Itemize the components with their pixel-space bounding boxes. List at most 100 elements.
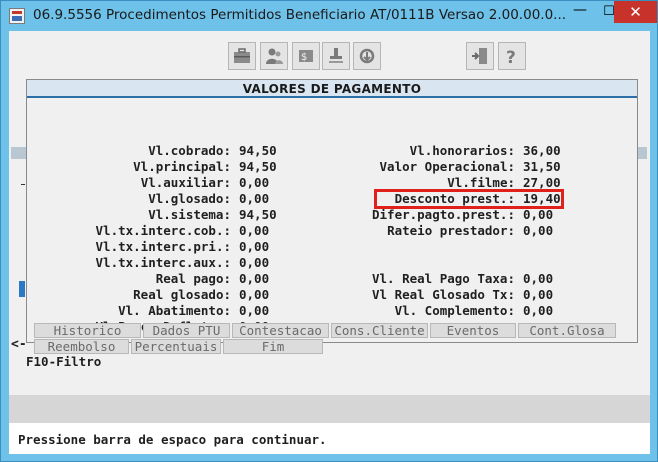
field-value: 0,00 <box>523 271 554 286</box>
background-dash <box>21 184 25 185</box>
field-label: Difer.pagto.prest.: <box>372 207 515 222</box>
field-row: Vl. Real Pago Taxa: 0,00 <box>307 272 553 286</box>
tab-scroll-left-arrow[interactable]: <- <box>11 337 27 352</box>
window-title: 06.9.5556 Procedimentos Permitidos Benef… <box>33 7 567 23</box>
field-label: Vl. Real Pago Taxa: <box>372 271 515 286</box>
tab-strip: <- Historico Dados PTU Contestacao Cons.Cli… <box>11 323 631 355</box>
background-selected-row-fragment <box>19 281 25 297</box>
client-area: $ ? VALORES DE PAGAMENTO Vl.cobrado: 94,… <box>9 31 650 454</box>
tab-eventos[interactable]: Eventos <box>430 323 516 338</box>
field-row: Vl.tx.interc.pri.: 0,00 <box>27 239 270 254</box>
tab-cont-glosa[interactable]: Cont.Glosa <box>518 323 616 338</box>
filter-hint: F10-Filtro <box>26 354 102 369</box>
field-row: Rateio prestador: 0,00 <box>307 224 553 238</box>
field-label: Vl. Abatimento: <box>118 303 231 318</box>
field-label: Real pago: <box>155 271 231 286</box>
dialog-title: VALORES DE PAGAMENTO <box>242 82 422 96</box>
tab-dados-ptu[interactable]: Dados PTU <box>143 323 230 338</box>
exit-door-icon <box>472 48 487 64</box>
field-value: 0,00 <box>523 303 554 318</box>
field-value: 36,00 <box>523 143 561 158</box>
field-row: Real glosado: 0,00 <box>27 288 269 302</box>
close-button[interactable]: ✕ <box>614 1 657 23</box>
briefcase-icon <box>234 48 250 63</box>
field-row: Vl.tx.interc.cob.: 0,00 <box>27 223 270 238</box>
field-value: 0,00 <box>239 287 270 302</box>
toolbar: $ ? <box>9 31 650 77</box>
status-message: Pressione barra de espaco para continuar… <box>18 432 327 447</box>
users-icon <box>266 48 283 64</box>
field-label: Vl Real Glosado Tx: <box>372 287 515 302</box>
field-value: 0,00 <box>239 255 270 270</box>
exit-button[interactable] <box>466 42 494 70</box>
payment-icon: $ <box>299 50 313 63</box>
field-label: Vl.cobrado: <box>148 143 231 158</box>
stamp-button[interactable] <box>322 42 350 70</box>
payment-button[interactable]: $ <box>292 42 320 70</box>
field-label: Vl.tx.interc.aux.: <box>95 255 231 270</box>
field-value: 0,00 <box>239 223 270 238</box>
svg-text:$: $ <box>301 52 307 63</box>
tab-contestacao[interactable]: Contestacao <box>232 323 329 338</box>
field-value: 0,00 <box>523 287 554 302</box>
field-value: 94,50 <box>239 207 277 222</box>
field-label: Vl.honorarios: <box>409 143 515 158</box>
tab-fim[interactable]: Fim <box>223 339 323 354</box>
field-label: Vl.glosado: <box>148 191 231 206</box>
field-row: Vl Real Glosado Tx: 0,00 <box>307 288 553 302</box>
field-row: Real pago: 0,00 <box>27 272 269 286</box>
field-label: Vl.principal: <box>133 159 231 174</box>
field-label: Rateio prestador: <box>387 223 515 238</box>
users-button[interactable] <box>260 42 288 70</box>
field-label: Vl.auxiliar: <box>140 175 231 190</box>
field-row: Valor Operacional: 31,50 <box>307 160 561 174</box>
field-value: 0,00 <box>523 223 554 238</box>
field-row: Vl.auxiliar: 0,00 <box>27 176 269 190</box>
field-label: Vl.filme: <box>447 175 515 190</box>
refresh-icon <box>359 48 375 64</box>
highlight-box <box>374 189 564 209</box>
field-row: Vl.tx.interc.aux.: 0,00 <box>27 255 270 270</box>
app-window: 06.9.5556 Procedimentos Permitidos Benef… <box>0 0 658 462</box>
minimize-button[interactable]: — <box>566 1 594 23</box>
background-header-fragment <box>11 147 27 159</box>
briefcase-button[interactable] <box>228 42 256 70</box>
field-value: 0,00 <box>239 239 270 254</box>
field-row: Vl.honorarios: 36,00 <box>307 144 561 158</box>
field-row: Vl.sistema: 94,50 <box>27 207 277 222</box>
field-row: Difer.pagto.prest.: 0,00 <box>307 208 553 222</box>
title-bar[interactable]: 06.9.5556 Procedimentos Permitidos Benef… <box>1 1 657 31</box>
field-value: 0,00 <box>239 271 270 286</box>
tab-historico[interactable]: Historico <box>34 323 141 338</box>
dialog-header: VALORES DE PAGAMENTO <box>27 80 637 98</box>
field-row: Vl.cobrado: 94,50 <box>27 143 277 158</box>
help-icon: ? <box>506 48 516 66</box>
field-value: 31,50 <box>523 159 561 174</box>
tab-reembolso[interactable]: Reembolso <box>34 339 129 354</box>
field-row: Vl. Abatimento: 0,00 <box>27 304 269 318</box>
field-label: Vl. Complemento: <box>394 303 515 318</box>
field-value: 0,00 <box>239 175 270 190</box>
field-row: Vl.filme: 27,00 <box>307 175 560 190</box>
field-row: Vl.glosado: 0,00 <box>27 192 269 206</box>
help-button[interactable]: ? <box>498 42 526 70</box>
field-label: Real glosado: <box>133 287 231 302</box>
field-value: 0,00 <box>239 303 270 318</box>
bottom-band <box>9 395 650 423</box>
field-row: Vl.principal: 94,50 <box>27 159 277 174</box>
field-label: Vl.sistema: <box>148 207 231 222</box>
field-row: Vl. Complemento: 0,00 <box>307 303 554 318</box>
field-label: Vl.tx.interc.pri.: <box>95 239 231 254</box>
tab-percentuais[interactable]: Percentuais <box>131 339 221 354</box>
field-value: 0,00 <box>239 191 270 206</box>
tab-cons-cliente[interactable]: Cons.Cliente <box>331 323 428 338</box>
field-label: Vl.tx.interc.cob.: <box>95 223 231 238</box>
field-value: 94,50 <box>239 159 277 174</box>
refresh-button[interactable] <box>353 42 381 70</box>
field-value: 94,50 <box>239 143 277 158</box>
payment-values-dialog: VALORES DE PAGAMENTO Vl.cobrado: 94,50 Vl.… <box>26 79 638 343</box>
field-label: Valor Operacional: <box>379 159 515 174</box>
svg-text:?: ? <box>506 48 516 66</box>
field-value: 0,00 <box>523 207 554 222</box>
status-bar: Pressione barra de espaco para continuar… <box>9 423 650 454</box>
